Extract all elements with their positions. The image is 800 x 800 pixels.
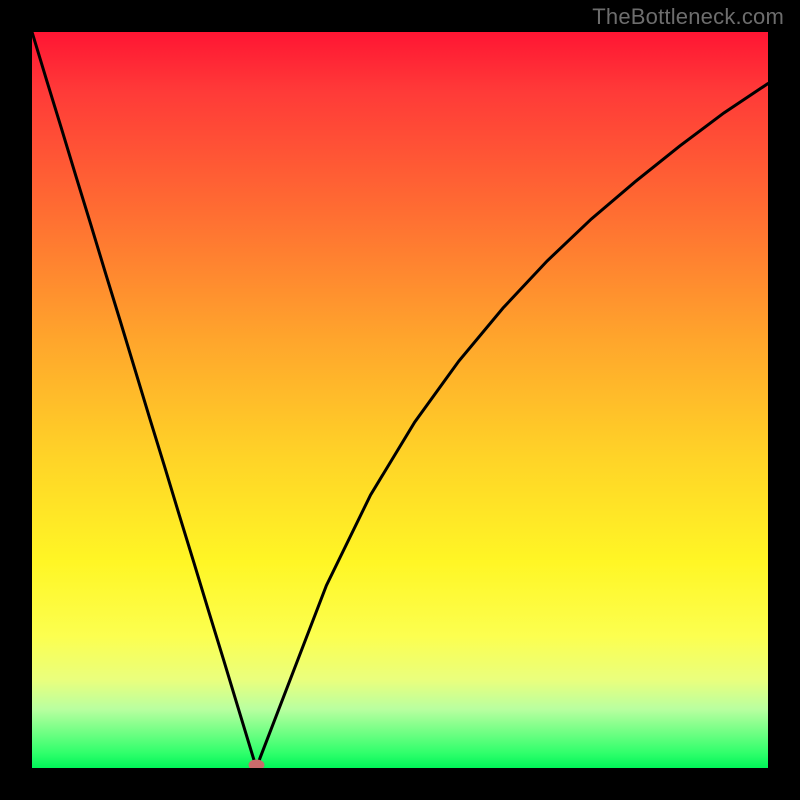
plot-area xyxy=(32,32,768,768)
bottleneck-curve-svg xyxy=(32,32,768,768)
source-credit: TheBottleneck.com xyxy=(592,4,784,30)
chart-frame: TheBottleneck.com xyxy=(0,0,800,800)
optimal-point-marker xyxy=(248,760,264,769)
bottleneck-curve-path xyxy=(32,32,768,768)
